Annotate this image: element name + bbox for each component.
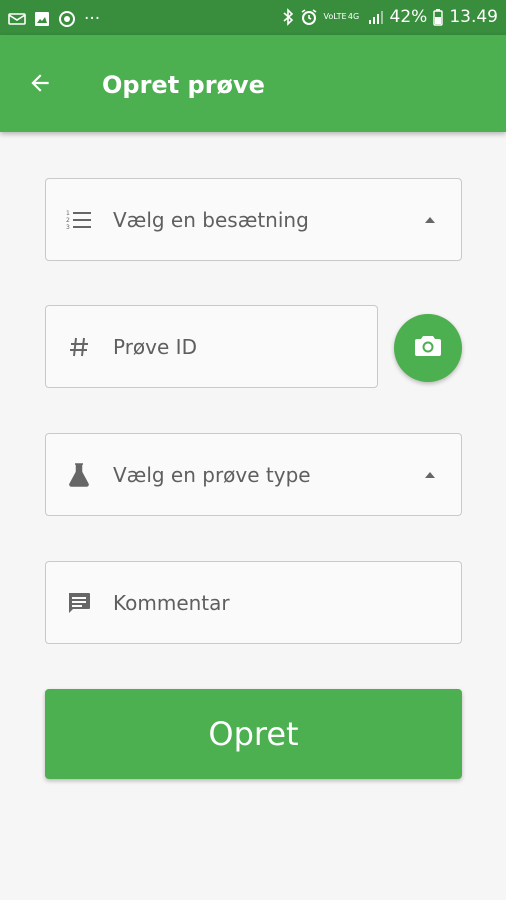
mail-icon <box>8 12 26 26</box>
triangle-up-icon <box>423 468 437 482</box>
svg-text:2: 2 <box>66 217 70 224</box>
camera-button[interactable] <box>394 314 462 382</box>
sample-id-placeholder: Prøve ID <box>113 335 197 359</box>
comment-icon <box>66 590 92 616</box>
herd-select[interactable]: 1 2 3 Vælg en besætning <box>45 178 462 261</box>
status-notifications: ··· <box>8 8 100 30</box>
battery-percent: 42% <box>389 7 428 27</box>
back-button[interactable] <box>20 65 60 105</box>
arrow-left-icon <box>27 70 53 100</box>
sample-type-select[interactable]: Vælg en prøve type <box>45 433 462 516</box>
clock: 13.49 <box>449 7 498 27</box>
svg-text:1: 1 <box>66 210 70 217</box>
status-bar: ··· VoLTE 4G 42% 13.49 <box>0 0 506 35</box>
signal-icon <box>368 9 384 25</box>
comment-input[interactable]: Kommentar <box>45 561 462 644</box>
bluetooth-icon <box>282 8 294 26</box>
volte-label: VoLTE <box>323 12 347 21</box>
overflow-dots: ··· <box>84 9 101 29</box>
list-numbered-icon: 1 2 3 <box>66 207 92 233</box>
image-icon <box>34 11 50 27</box>
sample-type-placeholder: Vælg en prøve type <box>113 463 311 487</box>
camera-icon <box>414 334 442 362</box>
svg-text:3: 3 <box>66 224 70 231</box>
hash-icon <box>66 334 92 360</box>
app-bar: Opret prøve <box>0 35 506 132</box>
sync-icon <box>58 10 76 28</box>
alarm-icon <box>300 8 318 26</box>
comment-placeholder: Kommentar <box>113 591 230 615</box>
create-button-label: Opret <box>208 715 299 753</box>
page-title: Opret prøve <box>102 71 265 99</box>
flask-icon <box>66 462 92 488</box>
network-type-label: 4G <box>347 12 360 21</box>
herd-select-placeholder: Vælg en besætning <box>113 208 309 232</box>
battery-icon <box>433 8 444 26</box>
sample-id-input[interactable]: Prøve ID <box>45 305 378 388</box>
triangle-up-icon <box>423 213 437 227</box>
status-system: VoLTE 4G 42% 13.49 <box>282 6 498 28</box>
create-button[interactable]: Opret <box>45 689 462 779</box>
